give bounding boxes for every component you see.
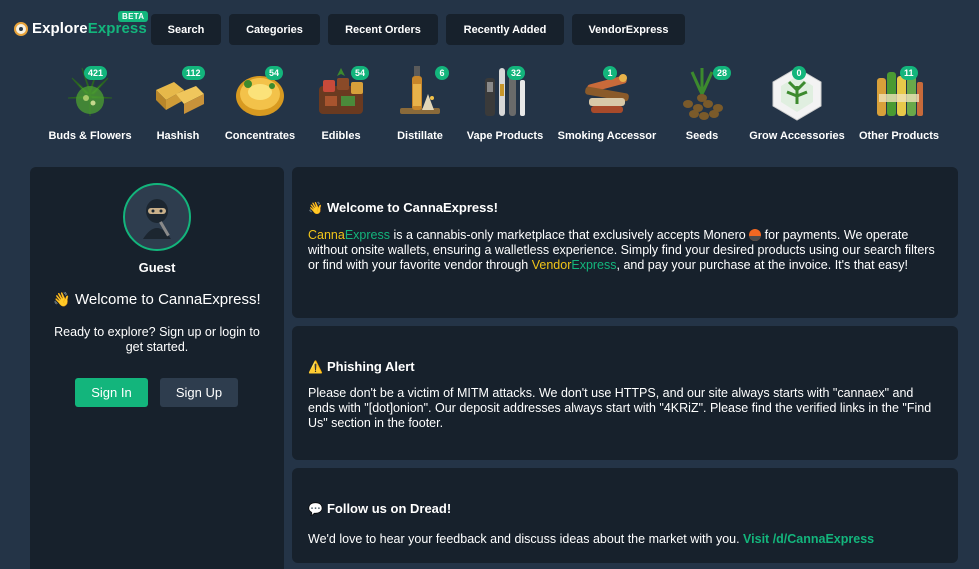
dread-card: 💬 Follow us on Dread! We'd love to hear …: [292, 468, 958, 563]
category-grow-accessories[interactable]: 0 Grow Accessories: [742, 64, 852, 146]
nav-categories-button[interactable]: Categories: [229, 14, 320, 45]
category-label: Vape Products: [466, 130, 544, 142]
sidebar-description: Ready to explore? Sign up or login to ge…: [54, 325, 260, 354]
category-label: Seeds: [685, 130, 719, 142]
welcome-card-title: 👋 Welcome to CannaExpress!: [308, 200, 498, 215]
warning-icon: ⚠️: [308, 359, 323, 374]
category-count-badge: 28: [713, 66, 732, 80]
dread-link[interactable]: Visit /d/CannaExpress: [743, 532, 874, 546]
other-products-icon: [877, 72, 923, 116]
dread-card-body: We'd love to hear your feedback and disc…: [308, 532, 875, 546]
category-label: Grow Accessories: [749, 130, 845, 142]
nav-vendorexpress-button[interactable]: VendorExpress: [572, 14, 685, 45]
nav-search-button[interactable]: Search: [151, 14, 221, 45]
nav-recent-orders-button[interactable]: Recent Orders: [328, 14, 438, 45]
waving-hand-icon: 👋: [308, 200, 323, 215]
monero-icon: [749, 229, 762, 241]
category-count-badge: 54: [265, 66, 284, 80]
top-navigation: ExploreExpress BETA Search Categories Re…: [0, 0, 979, 58]
category-label: Other Products: [858, 130, 940, 142]
compass-icon: [14, 21, 28, 36]
welcome-card: 👋 Welcome to CannaExpress! CannaExpress …: [292, 167, 958, 318]
beta-badge: BETA: [118, 11, 149, 22]
category-count-badge: 421: [84, 66, 108, 80]
welcome-card-body: CannaExpress is a cannabis-only marketpl…: [308, 228, 935, 273]
username: Guest: [138, 260, 176, 275]
category-count-badge: 112: [182, 66, 205, 80]
category-count-badge: 0: [792, 66, 806, 80]
dread-card-title: 💬 Follow us on Dread!: [308, 501, 452, 516]
sign-up-button[interactable]: Sign Up: [160, 378, 238, 407]
sign-in-button[interactable]: Sign In: [75, 378, 148, 407]
vendor-express-link[interactable]: Vendor: [532, 258, 572, 272]
phishing-alert-card: ⚠️ Phishing Alert Please don't be a vict…: [292, 326, 958, 460]
category-smoking-accessories[interactable]: 1 Smoking Accessor: [552, 64, 662, 146]
sidebar-welcome: 👋 Welcome to CannaExpress!: [53, 291, 261, 308]
category-count-badge: 6: [435, 66, 449, 80]
nav-recently-added-button[interactable]: Recently Added: [446, 14, 564, 45]
logo-text: ExploreExpress: [32, 20, 147, 37]
category-count-badge: 1: [603, 66, 617, 80]
phishing-card-body: Please don't be a victim of MITM attacks…: [308, 386, 932, 431]
category-seeds[interactable]: 28 Seeds: [647, 64, 757, 146]
category-other-products[interactable]: 11 Other Products: [844, 64, 954, 146]
waving-hand-icon: 👋: [53, 291, 71, 307]
phishing-card-title: ⚠️ Phishing Alert: [308, 359, 415, 374]
category-label: Smoking Accessor: [557, 130, 657, 142]
speech-bubble-icon: 💬: [308, 501, 323, 516]
user-sidebar: Guest 👋 Welcome to CannaExpress! Ready t…: [30, 167, 284, 569]
avatar: [123, 183, 191, 251]
site-logo[interactable]: ExploreExpress BETA: [14, 11, 149, 37]
category-vape-products[interactable]: 32 Vape Products: [450, 64, 560, 146]
category-count-badge: 11: [900, 66, 918, 80]
category-count-badge: 32: [507, 66, 526, 80]
ninja-avatar-icon: [143, 199, 171, 239]
